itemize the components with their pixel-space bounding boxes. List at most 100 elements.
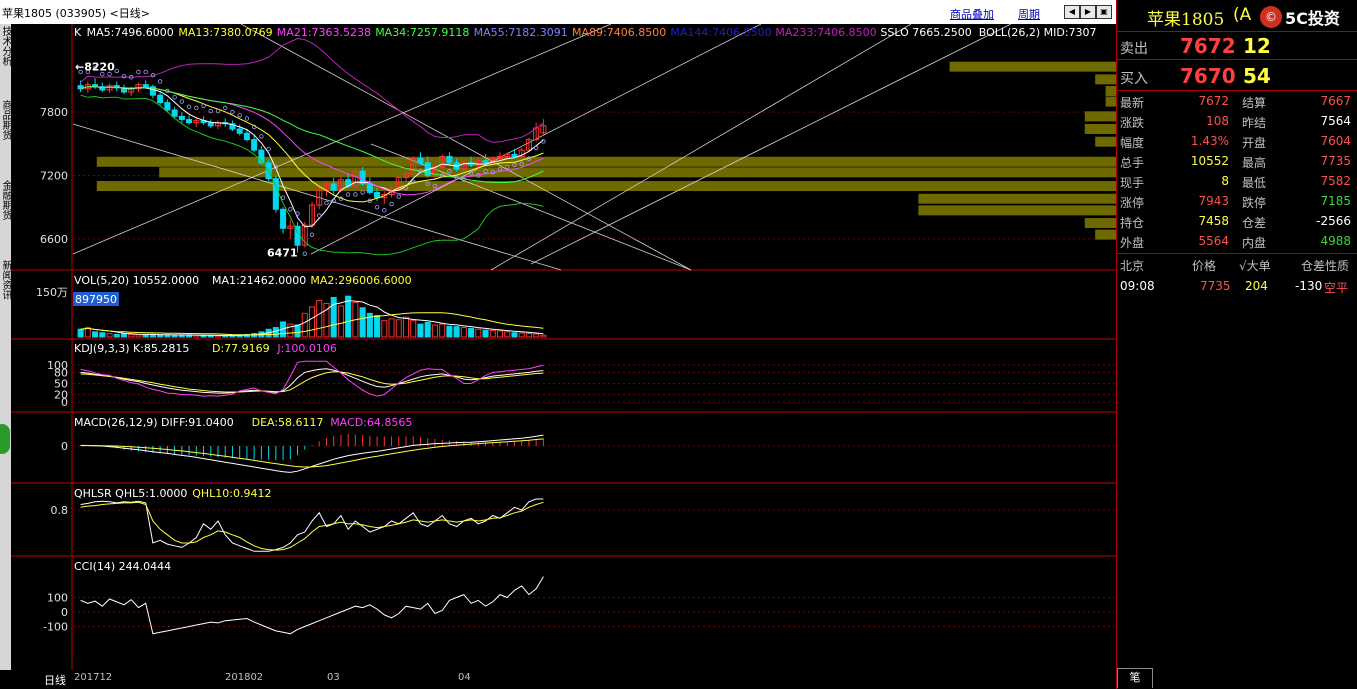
quote-label-5b: 跌停 — [1242, 196, 1267, 210]
sar-dot — [266, 146, 271, 152]
volume-bar — [359, 307, 366, 338]
tab-ticks[interactable]: 笔 — [1117, 668, 1153, 688]
macd-dea-line — [80, 438, 544, 468]
kdj-tick-label: 0 — [61, 396, 68, 409]
volume-profile-bar — [918, 205, 1116, 216]
volume-bar — [178, 334, 185, 338]
sar-dot — [396, 194, 401, 199]
trend-line — [72, 24, 612, 255]
volume-bar — [294, 324, 301, 338]
quote-name: 苹果1805 — [1147, 10, 1225, 30]
volume-bar — [171, 334, 178, 338]
quote-label-4b: 最低 — [1242, 176, 1267, 190]
chart-area[interactable]: K MA5:7496.6000 MA13:7380.0769 MA21:7363.52… — [11, 24, 1116, 670]
bottom-tab-daily[interactable]: 日线 — [44, 672, 66, 688]
volume-bar — [460, 327, 467, 338]
sar-dot — [136, 69, 141, 75]
volume-bar — [301, 312, 308, 338]
tab-commodity-futures[interactable]: 商品期货 — [0, 100, 11, 140]
volume-bar — [496, 330, 504, 338]
quote-label-3a: 总手 — [1120, 156, 1145, 170]
prev-arrow-icon[interactable]: ◀ — [1064, 5, 1080, 19]
overlay-link[interactable]: 商品叠加 — [950, 6, 994, 22]
sar-dot — [223, 105, 228, 111]
x-label-201712: 201712 — [74, 672, 113, 683]
quote-label-2b: 开盘 — [1242, 136, 1267, 150]
bid-label: 买入 — [1120, 71, 1148, 87]
main-indicator-4: MA34:7257.9118 — [375, 26, 469, 39]
period-link[interactable]: 周期 — [1018, 6, 1040, 22]
sar-dot — [382, 208, 387, 213]
green-status-icon[interactable] — [0, 424, 10, 454]
ask-label: 卖出 — [1120, 41, 1148, 57]
main-indicator-2: MA13:7380.0769 — [178, 26, 272, 39]
maximize-icon[interactable]: ▣ — [1096, 5, 1112, 19]
volume-bar — [92, 331, 99, 338]
tick-nature: 空平 — [1324, 281, 1349, 295]
next-arrow-icon[interactable]: ▶ — [1080, 5, 1096, 19]
quote-label-4a: 现手 — [1120, 176, 1145, 190]
cci-line — [80, 576, 544, 635]
main-indicator-9: SSLO 7665.2500 — [880, 26, 971, 39]
volume-bar — [482, 329, 489, 338]
sar-dot — [208, 108, 213, 114]
volume-profile-bar — [1105, 85, 1116, 96]
sar-dot — [374, 204, 380, 210]
price-tick-label: 6600 — [40, 233, 68, 246]
volume-profile-bar — [1105, 96, 1116, 107]
sar-dot — [345, 192, 351, 197]
volume-bar — [540, 334, 547, 338]
quote-label-5a: 涨停 — [1120, 196, 1145, 210]
volume-bar — [287, 323, 294, 338]
volume-bar — [99, 332, 106, 338]
quote-label-2a: 幅度 — [1120, 136, 1145, 150]
quote-value-1b: 7564 — [1320, 114, 1351, 128]
volume-indicator-1: MA1:21462.0000 — [212, 274, 306, 287]
volume-bar — [337, 305, 344, 338]
candle-body — [280, 208, 287, 229]
qhl-lines — [80, 498, 544, 552]
tick-header-region: 北京 — [1120, 259, 1145, 273]
volume-bar — [316, 299, 323, 338]
volume-bar — [424, 321, 431, 338]
quote-value-2a: 1.43% — [1190, 134, 1229, 148]
quote-value-3b: 7735 — [1320, 154, 1351, 168]
price-tick-label: 7800 — [40, 106, 68, 119]
volume-profile-bar — [1084, 218, 1116, 229]
volume-bar — [113, 333, 120, 338]
quote-panel: 苹果1805 (A © 5C投资 卖出 7672 12 买入 7670 54 最… — [1116, 0, 1357, 689]
volume-bar — [381, 320, 388, 338]
kdj-indicator-2: J:100.0106 — [276, 342, 336, 355]
chart-title: 苹果1805 (033905) <日线> — [2, 7, 150, 20]
volume-bar — [533, 333, 540, 338]
volume-bars — [77, 295, 547, 338]
quote-label-7a: 外盘 — [1120, 236, 1145, 250]
kdj-indicator-1: D:77.9169 — [212, 342, 270, 355]
volume-bar — [439, 323, 446, 338]
sar-dot — [201, 103, 206, 108]
volume-bar — [388, 318, 395, 338]
macd-indicator-2: MACD:64.8565 — [330, 416, 412, 429]
sar-dot — [172, 95, 177, 100]
volume-bar — [475, 328, 482, 338]
tick-header-vol: √大单 — [1239, 259, 1271, 273]
volume-profile-bar — [918, 193, 1116, 204]
sar-dot — [157, 79, 163, 84]
volume-profile-bar — [1095, 74, 1116, 85]
volume-indicator-2: MA2:296006.6000 — [310, 274, 411, 287]
tab-news[interactable]: 新闻资讯 — [0, 260, 11, 300]
sar-dot — [533, 145, 539, 151]
tab-financial-futures[interactable]: 金融期货 — [0, 180, 11, 220]
watermark-logo: 5C投资 — [1285, 9, 1340, 28]
tab-technical[interactable]: 技术分析 — [0, 26, 11, 66]
quote-value-1a: 108 — [1206, 114, 1229, 128]
volume-bar — [135, 334, 142, 338]
volume-profile-bar — [1084, 111, 1116, 122]
volume-indicator-0: VOL(5,20) 10552.0000 — [74, 274, 199, 287]
quote-code-fragment: (A — [1233, 5, 1252, 25]
tick-header-oi: 仓差 — [1301, 259, 1326, 273]
volume-bar — [77, 328, 84, 338]
logo-icon: © — [1260, 6, 1282, 28]
tick-volume: 204 — [1245, 279, 1268, 293]
volume-bar — [518, 332, 525, 338]
